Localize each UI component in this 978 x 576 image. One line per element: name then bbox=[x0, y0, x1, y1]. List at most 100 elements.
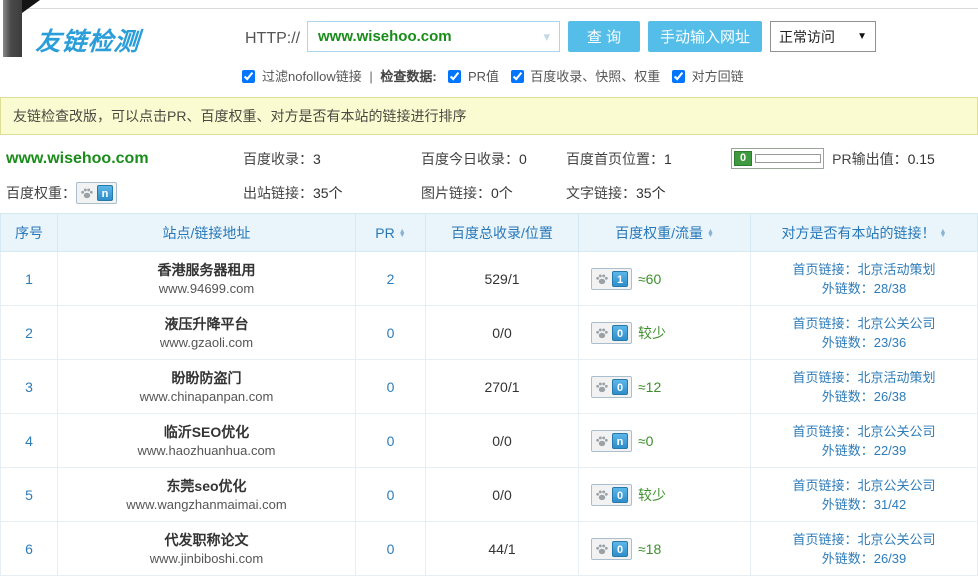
protocol-label: HTTP:// bbox=[245, 30, 300, 48]
sort-icon: ▲▼ bbox=[399, 230, 406, 238]
paw-icon bbox=[595, 542, 609, 556]
home-link[interactable]: 首页链接：北京活动策划 bbox=[751, 260, 977, 279]
backlink-cell: 首页链接：北京活动策划 外链数：26/38 bbox=[751, 360, 978, 414]
logo-ribbon-fold-icon bbox=[22, 0, 40, 13]
manual-input-button[interactable]: 手动输入网址 bbox=[648, 21, 762, 52]
access-mode-select[interactable]: 正常访问 bbox=[771, 22, 875, 51]
sort-icon: ▲▼ bbox=[707, 230, 714, 238]
home-link[interactable]: 首页链接：北京活动策划 bbox=[751, 368, 977, 387]
check-data-label: 检查数据: bbox=[380, 69, 436, 84]
weight-badge-value: 1 bbox=[612, 271, 628, 287]
site-url[interactable]: www.haozhuanhua.com bbox=[58, 442, 355, 460]
pr-bar-value: 0 bbox=[734, 151, 752, 166]
query-button[interactable]: 查 询 bbox=[568, 21, 640, 52]
header-index: 百度总收录/位置 bbox=[426, 214, 579, 252]
site-url[interactable]: www.gzaoli.com bbox=[58, 334, 355, 352]
row-number: 1 bbox=[1, 252, 58, 306]
backlink-checkbox[interactable] bbox=[672, 70, 685, 83]
index-position: 0/0 bbox=[426, 414, 579, 468]
nofollow-checkbox[interactable] bbox=[242, 70, 255, 83]
table-row: 2 液压升降平台 www.gzaoli.com 0 0/0 bbox=[1, 306, 978, 360]
summary-pr-output: 0 PR输出值：0.15 bbox=[731, 148, 978, 169]
url-input[interactable] bbox=[308, 28, 543, 45]
table-row: 3 盼盼防盗门 www.chinapanpan.com 0 270/1 bbox=[1, 360, 978, 414]
pr-bar: 0 bbox=[731, 148, 824, 169]
weight-badge-value: 0 bbox=[612, 487, 628, 503]
pr-checkbox[interactable] bbox=[448, 70, 461, 83]
outlink-count[interactable]: 外链数：28/38 bbox=[751, 279, 977, 298]
access-mode-select-wrap[interactable]: 正常访问 ▼ bbox=[770, 21, 876, 52]
header-pr-sort[interactable]: PR▲▼ bbox=[356, 214, 426, 252]
row-number: 6 bbox=[1, 522, 58, 576]
outlink-count[interactable]: 外链数：31/42 bbox=[751, 495, 977, 514]
weight-badge-value: 0 bbox=[612, 325, 628, 341]
outlink-count[interactable]: 外链数：26/39 bbox=[751, 549, 977, 568]
site-name: 临沂SEO优化 bbox=[58, 422, 355, 442]
header-divider bbox=[28, 8, 978, 9]
summary-domain: www.wisehoo.com bbox=[0, 150, 243, 168]
paw-icon bbox=[80, 186, 94, 200]
traffic-estimate: ≈60 bbox=[638, 271, 661, 287]
backlink-cell: 首页链接：北京公关公司 外链数：23/36 bbox=[751, 306, 978, 360]
traffic-estimate: 较少 bbox=[638, 485, 666, 505]
pr-value: 0 bbox=[356, 468, 426, 522]
site-url[interactable]: www.94699.com bbox=[58, 280, 355, 298]
pr-value: 0 bbox=[356, 360, 426, 414]
url-input-box[interactable]: ▾ bbox=[307, 21, 560, 52]
traffic-estimate: ≈12 bbox=[638, 379, 661, 395]
header-backlink-sort[interactable]: 对方是否有本站的链接！▲▼ bbox=[751, 214, 978, 252]
site-name: 代发职称论文 bbox=[58, 530, 355, 550]
paw-icon bbox=[595, 326, 609, 340]
table-row: 4 临沂SEO优化 www.haozhuanhua.com 0 0/0 bbox=[1, 414, 978, 468]
site-name: 香港服务器租用 bbox=[58, 260, 355, 280]
row-number: 4 bbox=[1, 414, 58, 468]
pr-checkbox-label: PR值 bbox=[468, 69, 499, 84]
baidu-weight-badge: 1 bbox=[591, 268, 632, 290]
outlink-count[interactable]: 外链数：26/38 bbox=[751, 387, 977, 406]
header-weight-sort[interactable]: 百度权重/流量▲▼ bbox=[579, 214, 751, 252]
weight-cell: n ≈0 bbox=[579, 414, 751, 468]
links-table: 序号 站点/链接地址 PR▲▼ 百度总收录/位置 百度权重/流量▲▼ 对方是否有… bbox=[0, 213, 978, 576]
outlink-count[interactable]: 外链数：22/39 bbox=[751, 441, 977, 460]
home-link[interactable]: 首页链接：北京公关公司 bbox=[751, 422, 977, 441]
page-title: 友链检测 bbox=[35, 22, 142, 58]
weight-cell: 0 较少 bbox=[579, 306, 751, 360]
pr-bar-track bbox=[755, 154, 821, 163]
notice-banner: 友链检查改版，可以点击PR、百度权重、对方是否有本站的链接进行排序 bbox=[0, 97, 978, 135]
index-position: 0/0 bbox=[426, 306, 579, 360]
site-name: 东莞seo优化 bbox=[58, 476, 355, 496]
pr-value: 0 bbox=[356, 414, 426, 468]
backlink-checkbox-label: 对方回链 bbox=[692, 69, 744, 84]
backlink-cell: 首页链接：北京公关公司 外链数：31/42 bbox=[751, 468, 978, 522]
header-num: 序号 bbox=[1, 214, 58, 252]
table-row: 6 代发职称论文 www.jinbiboshi.com 0 44/1 bbox=[1, 522, 978, 576]
home-link[interactable]: 首页链接：北京公关公司 bbox=[751, 530, 977, 549]
pr-output-text: PR输出值：0.15 bbox=[832, 149, 935, 169]
site-url[interactable]: www.wangzhanmaimai.com bbox=[58, 496, 355, 514]
nofollow-label: 过滤nofollow链接 bbox=[262, 69, 362, 84]
url-dropdown-icon[interactable]: ▾ bbox=[543, 29, 559, 45]
weight-cell: 0 较少 bbox=[579, 468, 751, 522]
site-cell: 液压升降平台 www.gzaoli.com bbox=[58, 306, 356, 360]
baidu-weight-badge: n bbox=[591, 430, 632, 452]
weight-badge-value: 0 bbox=[612, 541, 628, 557]
site-url[interactable]: www.jinbiboshi.com bbox=[58, 550, 355, 568]
weight-badge-value: n bbox=[97, 185, 113, 201]
sort-icon: ▲▼ bbox=[940, 230, 947, 238]
table-body: 1 香港服务器租用 www.94699.com 2 529/1 bbox=[1, 252, 978, 576]
home-link[interactable]: 首页链接：北京公关公司 bbox=[751, 476, 977, 495]
outlink-count[interactable]: 外链数：23/36 bbox=[751, 333, 977, 352]
summary-panel: www.wisehoo.com 百度收录：3 百度今日收录：0 百度首页位置：1… bbox=[0, 135, 978, 213]
baidu-weight-badge: 0 bbox=[591, 538, 632, 560]
weight-cell: 0 ≈12 bbox=[579, 360, 751, 414]
traffic-estimate: ≈0 bbox=[638, 433, 653, 449]
site-url[interactable]: www.chinapanpan.com bbox=[58, 388, 355, 406]
traffic-estimate: 较少 bbox=[638, 323, 666, 343]
baidu-weight-badge: n bbox=[76, 182, 117, 204]
baidu-checkbox[interactable] bbox=[511, 70, 524, 83]
table-row: 5 东莞seo优化 www.wangzhanmaimai.com 0 0/0 bbox=[1, 468, 978, 522]
index-position: 529/1 bbox=[426, 252, 579, 306]
home-link[interactable]: 首页链接：北京公关公司 bbox=[751, 314, 977, 333]
summary-baidu-weight: 百度权重： n bbox=[0, 182, 243, 204]
row-number: 3 bbox=[1, 360, 58, 414]
